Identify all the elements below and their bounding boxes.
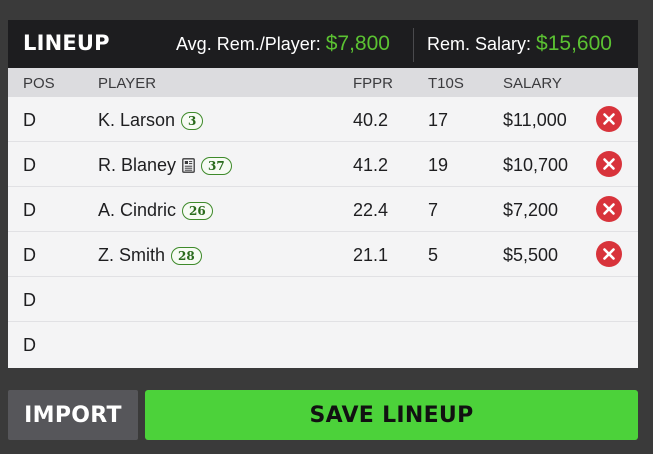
row-fppr: 22.4 bbox=[353, 200, 389, 220]
row-pos: D bbox=[23, 335, 36, 355]
lineup-row: D R. Blaney 37 41.2 19 $10,700 bbox=[8, 142, 638, 187]
column-header-fppr[interactable]: FPPR bbox=[353, 75, 393, 92]
lineup-row: D Z. Smith 28 21.1 5 $5,500 bbox=[8, 232, 638, 277]
empty-lineup-slot[interactable]: D bbox=[8, 277, 638, 322]
row-t10s: 19 bbox=[428, 155, 449, 175]
player-name[interactable]: A. Cindric bbox=[98, 200, 176, 221]
news-document-icon[interactable] bbox=[182, 158, 195, 173]
header-divider bbox=[413, 28, 414, 62]
row-pos: D bbox=[23, 200, 36, 220]
lineup-title: LINEUP bbox=[23, 31, 110, 55]
remaining-salary: Rem. Salary: $15,600 bbox=[427, 32, 612, 56]
empty-lineup-slot[interactable]: D bbox=[8, 322, 638, 367]
avg-remaining-value: $7,800 bbox=[325, 32, 390, 55]
remove-circle-x-icon bbox=[603, 158, 615, 170]
remove-circle-x-icon bbox=[603, 113, 615, 125]
row-fppr: 21.1 bbox=[353, 245, 389, 265]
player-name[interactable]: R. Blaney bbox=[98, 155, 176, 176]
row-salary: $10,700 bbox=[503, 155, 569, 175]
row-salary: $5,500 bbox=[503, 245, 559, 265]
lineup-header: LINEUP Avg. Rem./Player: $7,800 Rem. Sala… bbox=[8, 20, 638, 68]
player-name[interactable]: Z. Smith bbox=[98, 245, 165, 266]
row-fppr: 41.2 bbox=[353, 155, 389, 175]
remove-player-button[interactable] bbox=[596, 196, 622, 222]
row-pos: D bbox=[23, 110, 36, 130]
import-button[interactable]: IMPORT bbox=[8, 390, 138, 440]
column-headers: POS PLAYER FPPR T10S SALARY bbox=[8, 68, 638, 97]
avg-remaining-per-player: Avg. Rem./Player: $7,800 bbox=[176, 32, 390, 56]
row-player[interactable]: R. Blaney 37 bbox=[98, 155, 232, 176]
remove-player-button[interactable] bbox=[596, 106, 622, 132]
row-salary: $11,000 bbox=[503, 110, 567, 130]
lineup-panel: LINEUP Avg. Rem./Player: $7,800 Rem. Sala… bbox=[8, 20, 638, 368]
car-number-badge: 26 bbox=[182, 201, 213, 220]
row-player[interactable]: K. Larson 3 bbox=[98, 110, 204, 131]
column-header-salary[interactable]: SALARY bbox=[503, 75, 562, 92]
row-fppr: 40.2 bbox=[353, 110, 389, 130]
row-player[interactable]: Z. Smith 28 bbox=[98, 245, 202, 266]
row-salary: $7,200 bbox=[503, 200, 559, 220]
remove-player-button[interactable] bbox=[596, 241, 622, 267]
row-t10s: 5 bbox=[428, 245, 439, 265]
remove-player-button[interactable] bbox=[596, 151, 622, 177]
remove-circle-x-icon bbox=[603, 248, 615, 260]
player-name[interactable]: K. Larson bbox=[98, 110, 175, 131]
row-pos: D bbox=[23, 245, 36, 265]
column-header-t10s[interactable]: T10S bbox=[428, 75, 464, 92]
column-header-player[interactable]: PLAYER bbox=[98, 75, 156, 92]
row-pos: D bbox=[23, 290, 36, 310]
car-number-badge: 37 bbox=[201, 156, 232, 175]
column-header-pos[interactable]: POS bbox=[23, 75, 55, 92]
remove-circle-x-icon bbox=[603, 203, 615, 215]
remaining-salary-value: $15,600 bbox=[536, 32, 612, 55]
save-lineup-button[interactable]: SAVE LINEUP bbox=[145, 390, 638, 440]
row-t10s: 7 bbox=[428, 200, 439, 220]
row-t10s: 17 bbox=[428, 110, 449, 130]
remaining-salary-label: Rem. Salary: bbox=[427, 34, 532, 54]
avg-remaining-label: Avg. Rem./Player: bbox=[176, 34, 321, 54]
row-pos: D bbox=[23, 155, 36, 175]
lineup-row: D K. Larson 3 40.2 17 $11,000 bbox=[8, 97, 638, 142]
lineup-row: D A. Cindric 26 22.4 7 $7,200 bbox=[8, 187, 638, 232]
car-number-badge: 28 bbox=[171, 246, 202, 265]
car-number-badge: 3 bbox=[181, 111, 204, 130]
row-player[interactable]: A. Cindric 26 bbox=[98, 200, 213, 221]
